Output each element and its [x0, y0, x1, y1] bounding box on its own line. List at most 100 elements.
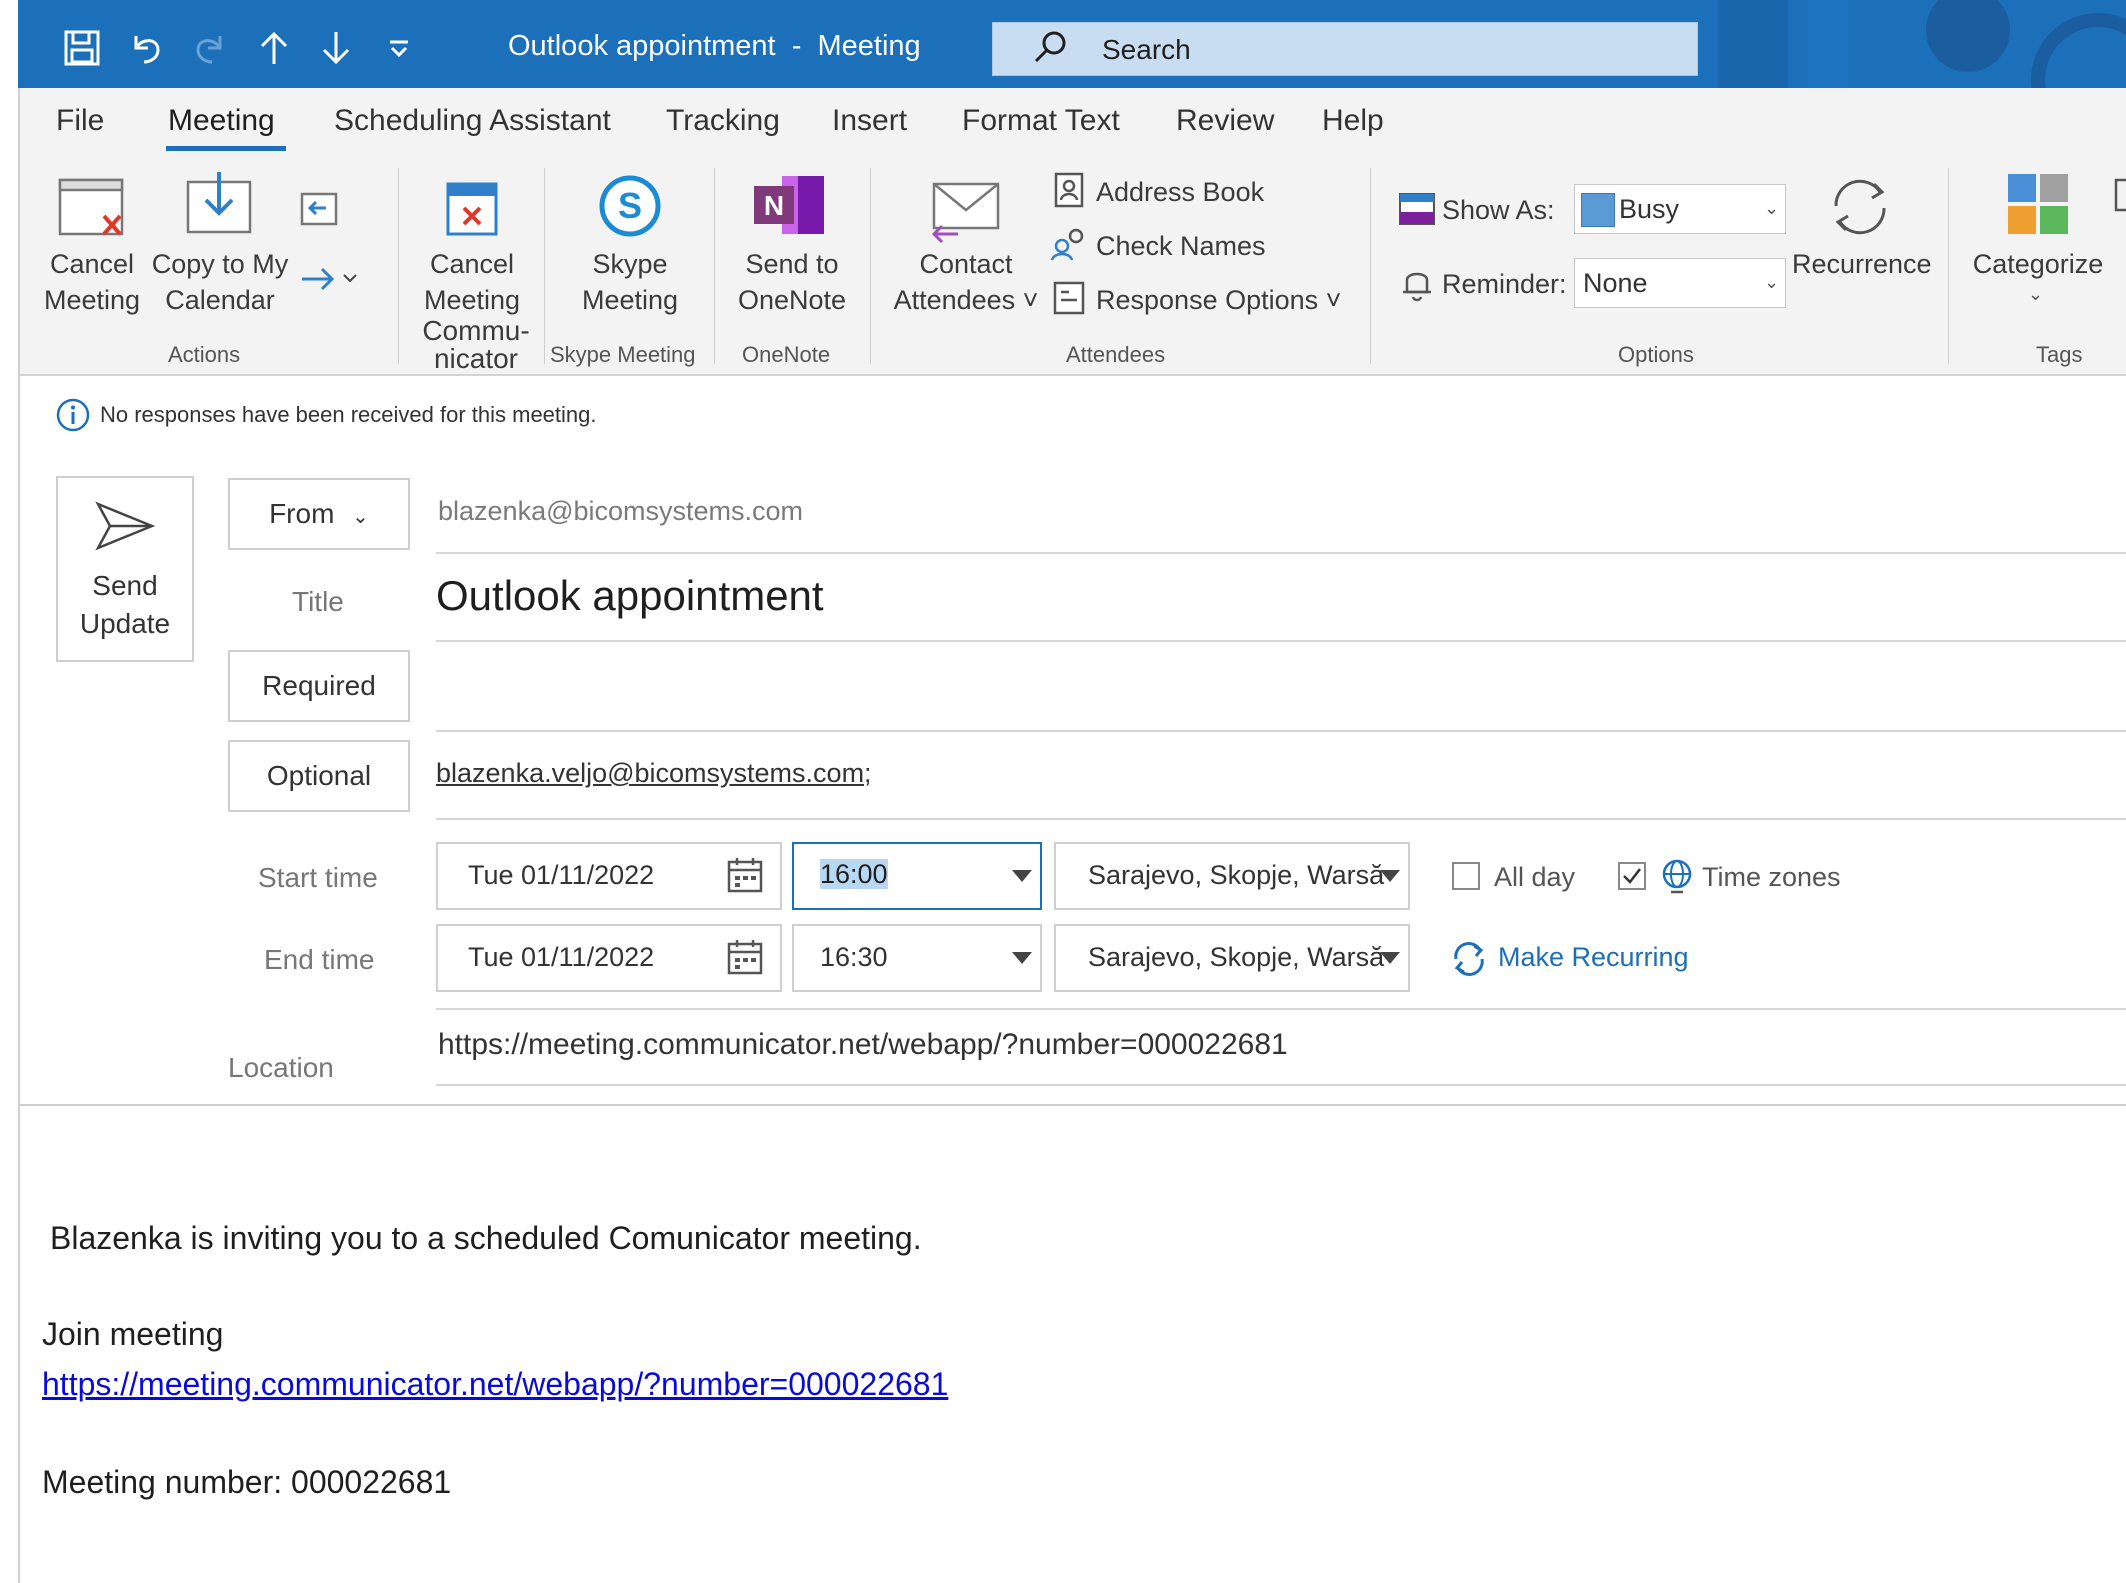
all-day-checkbox[interactable] — [1452, 862, 1480, 890]
tab-review[interactable]: Review — [1176, 104, 1274, 138]
tab-insert[interactable]: Insert — [832, 104, 907, 138]
tab-help[interactable]: Help — [1322, 104, 1384, 138]
dropdown-arrow-icon[interactable] — [1380, 870, 1400, 882]
arrow-up-icon[interactable] — [254, 28, 298, 72]
optional-button[interactable]: Optional — [228, 740, 410, 812]
busy-swatch — [1581, 193, 1615, 227]
location-input[interactable]: https://meeting.communicator.net/webapp/… — [438, 1028, 1288, 1062]
save-icon[interactable] — [62, 28, 106, 72]
group-label-communicator-2: nicator — [433, 343, 519, 374]
dropdown-arrow-icon[interactable] — [1380, 952, 1400, 964]
ribbon-separator — [1370, 168, 1371, 364]
optional-attendees-input[interactable]: blazenka.veljo@bicomsystems.com; — [436, 758, 872, 789]
time-zones-checkbox[interactable] — [1618, 862, 1646, 890]
ribbon-separator — [544, 168, 545, 364]
categorize-icon[interactable] — [2006, 172, 2072, 238]
tab-scheduling-assistant[interactable]: Scheduling Assistant — [334, 104, 611, 138]
follow-up-icon[interactable] — [2112, 178, 2126, 212]
cancel-communicator-label-1[interactable]: Cancel — [420, 246, 524, 282]
contact-attendees-icon[interactable] — [928, 178, 1004, 244]
calendar-icon[interactable] — [726, 938, 764, 976]
group-label-communicator-1: Commu- — [422, 315, 530, 346]
undo-icon[interactable] — [126, 28, 170, 72]
info-bar-text: No responses have been received for this… — [100, 402, 597, 427]
recurring-icon[interactable] — [1450, 940, 1488, 978]
window-left-border — [18, 88, 20, 1583]
group-label-options: Options — [1618, 342, 1694, 367]
arrow-down-icon[interactable] — [316, 28, 360, 72]
cancel-meeting-icon[interactable] — [58, 176, 128, 240]
cancel-meeting-label-1[interactable]: Cancel — [40, 246, 144, 282]
tab-tracking[interactable]: Tracking — [666, 104, 780, 138]
calendar-forward-icon[interactable] — [298, 188, 342, 228]
copy-to-calendar-label-2[interactable]: Calendar — [158, 282, 282, 318]
field-divider — [436, 818, 2126, 820]
reminder-value: None — [1583, 268, 1648, 298]
send-to-onenote-label-1[interactable]: Send to — [736, 246, 848, 282]
from-button[interactable]: From ⌄ — [228, 478, 410, 550]
contact-attendees-label-2[interactable]: Attendees ˅ — [886, 282, 1046, 318]
make-recurring-link[interactable]: Make Recurring — [1498, 942, 1689, 973]
reminder-dropdown[interactable]: None — [1574, 258, 1786, 308]
response-options-label[interactable]: Response Options ˅ — [1096, 282, 1341, 318]
cancel-meeting-label-2[interactable]: Meeting — [32, 282, 152, 318]
title-input[interactable]: Outlook appointment — [436, 572, 824, 620]
skype-meeting-label-2[interactable]: Meeting — [570, 282, 690, 318]
send-update-button[interactable]: Send Update — [56, 476, 194, 662]
calendar-icon[interactable] — [726, 856, 764, 894]
skype-icon[interactable]: S — [598, 174, 662, 238]
required-button[interactable]: Required — [228, 650, 410, 722]
dropdown-arrow-icon[interactable] — [1012, 870, 1032, 882]
start-timezone-dropdown[interactable]: Sarajevo, Skopje, Warsă — [1054, 842, 1410, 910]
check-names-icon[interactable] — [1050, 226, 1088, 262]
globe-icon — [1660, 858, 1694, 894]
all-day-label[interactable]: All day — [1494, 862, 1575, 893]
cancel-communicator-meeting-icon[interactable] — [444, 176, 500, 238]
svg-text:N: N — [764, 190, 784, 221]
start-timezone-value: Sarajevo, Skopje, Warsă — [1088, 860, 1385, 890]
group-label-attendees: Attendees — [1066, 342, 1166, 367]
customize-toolbar-icon[interactable] — [384, 28, 428, 72]
categorize-label[interactable]: Categorize — [1966, 246, 2110, 282]
skype-meeting-label-1[interactable]: Skype — [578, 246, 682, 282]
response-options-icon[interactable] — [1052, 280, 1086, 316]
optional-label: Optional — [266, 760, 372, 791]
onenote-icon[interactable]: N — [752, 172, 828, 238]
chevron-down-icon[interactable]: ⌄ — [2028, 284, 2043, 305]
meeting-number: Meeting number: 000022681 — [42, 1464, 452, 1500]
tab-meeting[interactable]: Meeting — [168, 104, 275, 138]
search-placeholder[interactable]: Search — [1102, 34, 1191, 66]
time-zones-label[interactable]: Time zones — [1702, 862, 1841, 893]
group-label-onenote: OneNote — [742, 342, 831, 367]
contact-attendees-label-1[interactable]: Contact — [900, 246, 1032, 282]
start-time-dropdown[interactable]: 16:00 — [792, 842, 1042, 910]
forward-icon[interactable] — [298, 264, 358, 294]
address-book-icon[interactable] — [1052, 172, 1086, 208]
cancel-communicator-label-2[interactable]: Meeting — [414, 282, 530, 318]
location-label: Location — [228, 1052, 334, 1083]
chevron-down-icon[interactable]: ⌄ — [1764, 272, 1779, 293]
field-divider — [436, 640, 2126, 642]
recurrence-icon[interactable] — [1822, 172, 1898, 242]
check-names-label[interactable]: Check Names — [1096, 228, 1266, 264]
show-as-dropdown[interactable]: Busy — [1574, 184, 1786, 234]
tab-file[interactable]: File — [56, 104, 104, 138]
svg-text:S: S — [618, 185, 642, 226]
search-box[interactable] — [992, 22, 1698, 76]
chevron-down-icon: ⌄ — [352, 506, 369, 528]
required-attendees-input[interactable] — [438, 668, 2118, 708]
join-meeting-link[interactable]: https://meeting.communicator.net/webapp/… — [42, 1366, 948, 1403]
end-timezone-dropdown[interactable]: Sarajevo, Skopje, Warsă — [1054, 924, 1410, 992]
copy-to-calendar-icon[interactable] — [184, 172, 254, 236]
recurrence-label[interactable]: Recurrence — [1792, 246, 1932, 282]
copy-to-calendar-label-1[interactable]: Copy to My — [148, 246, 292, 282]
show-as-label: Show As: — [1442, 195, 1555, 225]
info-icon — [56, 398, 90, 432]
tab-format-text[interactable]: Format Text — [962, 104, 1120, 138]
dropdown-arrow-icon[interactable] — [1012, 952, 1032, 964]
chevron-down-icon[interactable]: ⌄ — [1764, 198, 1779, 219]
send-to-onenote-label-2[interactable]: OneNote — [730, 282, 854, 318]
address-book-label[interactable]: Address Book — [1096, 174, 1264, 210]
end-time-dropdown[interactable]: 16:30 — [792, 924, 1042, 992]
ribbon-separator — [398, 168, 399, 364]
